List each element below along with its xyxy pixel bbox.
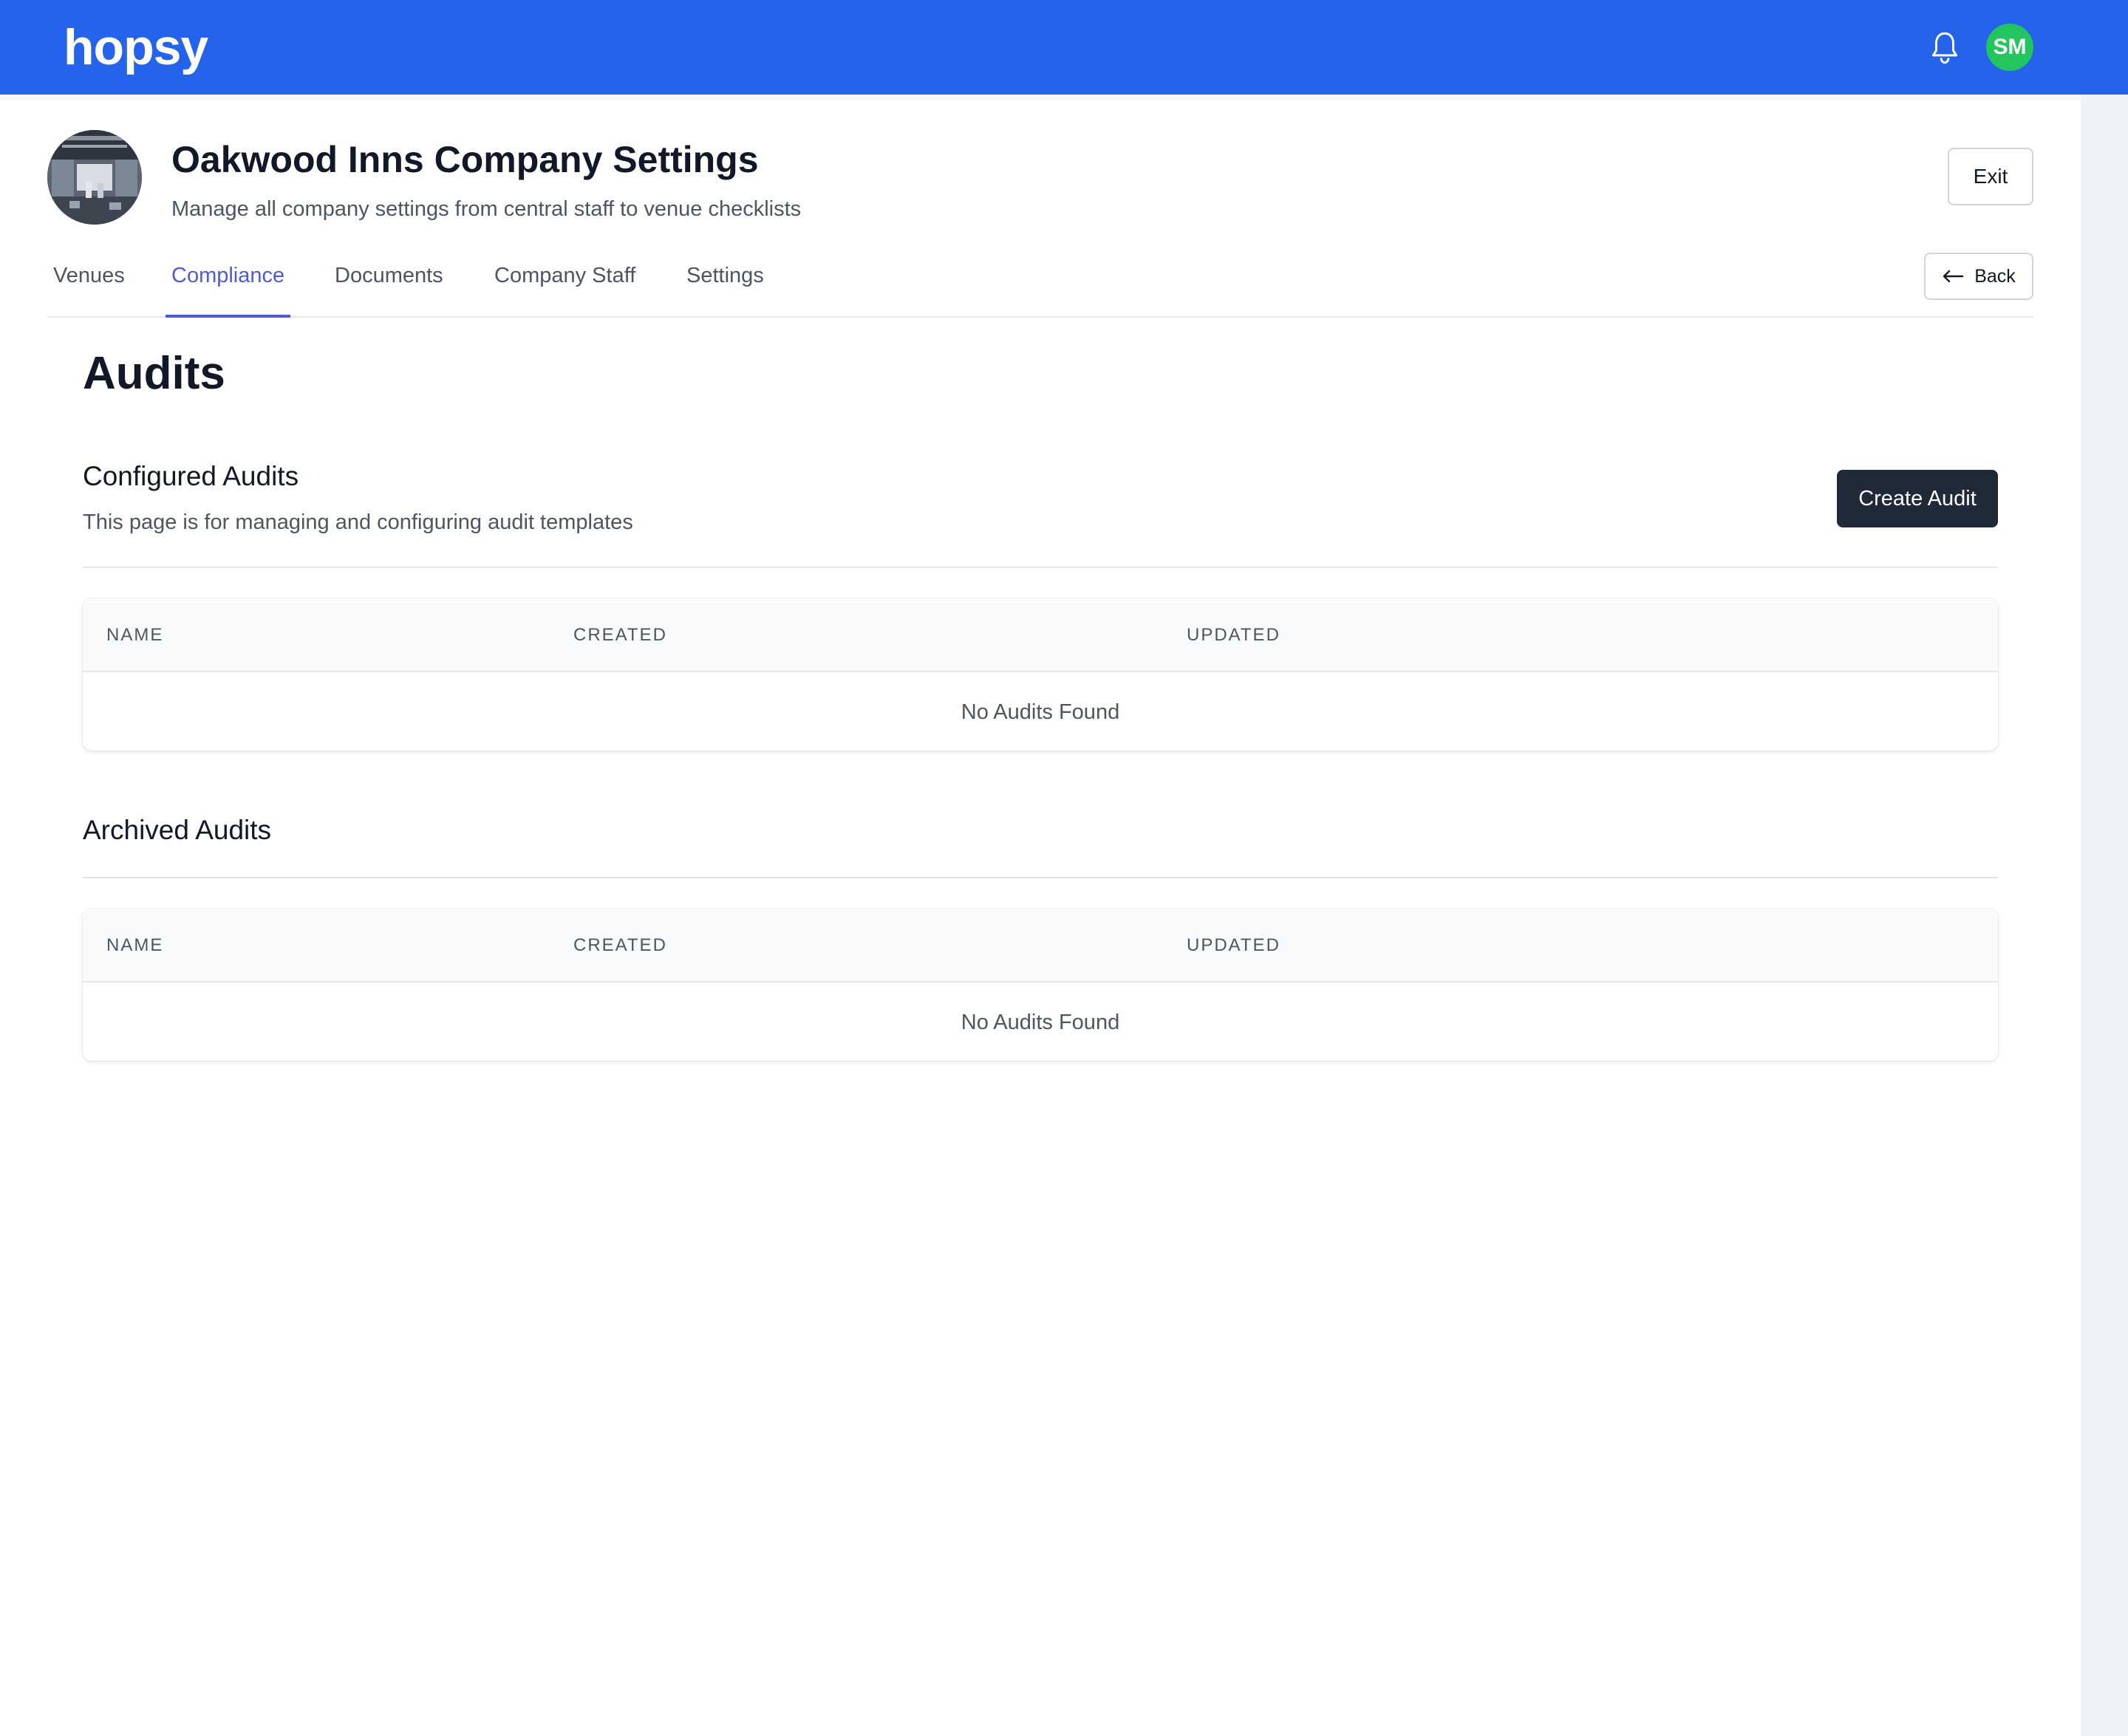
audits-heading: Audits — [83, 348, 225, 399]
table-header: NAME CREATED UPDATED — [83, 598, 1998, 672]
user-avatar[interactable]: SM — [1986, 24, 2033, 71]
scrollbar-gutter — [2081, 95, 2128, 1736]
configured-audits-table: NAME CREATED UPDATED No Audits Found — [83, 598, 1998, 751]
company-photo-icon — [47, 130, 142, 225]
tab-company-staff[interactable]: Company Staff — [488, 251, 641, 318]
company-avatar — [47, 130, 142, 225]
column-header-name[interactable]: NAME — [106, 598, 163, 672]
column-header-created[interactable]: CREATED — [573, 598, 667, 672]
tab-compliance[interactable]: Compliance — [166, 251, 291, 318]
empty-state: No Audits Found — [961, 700, 1120, 724]
tab-settings[interactable]: Settings — [681, 251, 770, 318]
column-header-updated[interactable]: UPDATED — [1187, 598, 1280, 672]
create-audit-button[interactable]: Create Audit — [1837, 470, 1998, 527]
column-header-updated[interactable]: UPDATED — [1187, 909, 1280, 983]
configured-audits-title: Configured Audits — [83, 461, 299, 491]
page-subtitle: Manage all company settings from central… — [171, 197, 802, 221]
table-header: NAME CREATED UPDATED — [83, 909, 1998, 983]
bell-icon[interactable] — [1930, 31, 1960, 65]
column-header-created[interactable]: CREATED — [573, 909, 667, 983]
hopsy-logo[interactable]: hopsy — [64, 18, 208, 77]
arrow-left-icon — [1943, 270, 1964, 283]
tab-venues[interactable]: Venues — [47, 251, 131, 318]
column-header-name[interactable]: NAME — [106, 909, 163, 983]
exit-button[interactable]: Exit — [1948, 148, 2033, 205]
configured-divider — [83, 567, 1998, 568]
topbar-divider — [0, 95, 2081, 100]
back-button-label: Back — [1974, 265, 2016, 287]
empty-state: No Audits Found — [961, 1010, 1120, 1034]
configured-audits-description: This page is for managing and configurin… — [83, 510, 633, 534]
archived-audits-table: NAME CREATED UPDATED No Audits Found — [83, 909, 1998, 1061]
archived-audits-title: Archived Audits — [83, 815, 272, 845]
page-title: Oakwood Inns Company Settings — [171, 139, 759, 180]
settings-tabs: Venues Compliance Documents Company Staf… — [47, 251, 2033, 318]
back-button[interactable]: Back — [1924, 253, 2033, 300]
top-navigation-bar: hopsy SM — [0, 0, 2128, 95]
tab-documents[interactable]: Documents — [329, 251, 449, 318]
archived-divider — [83, 877, 1998, 878]
